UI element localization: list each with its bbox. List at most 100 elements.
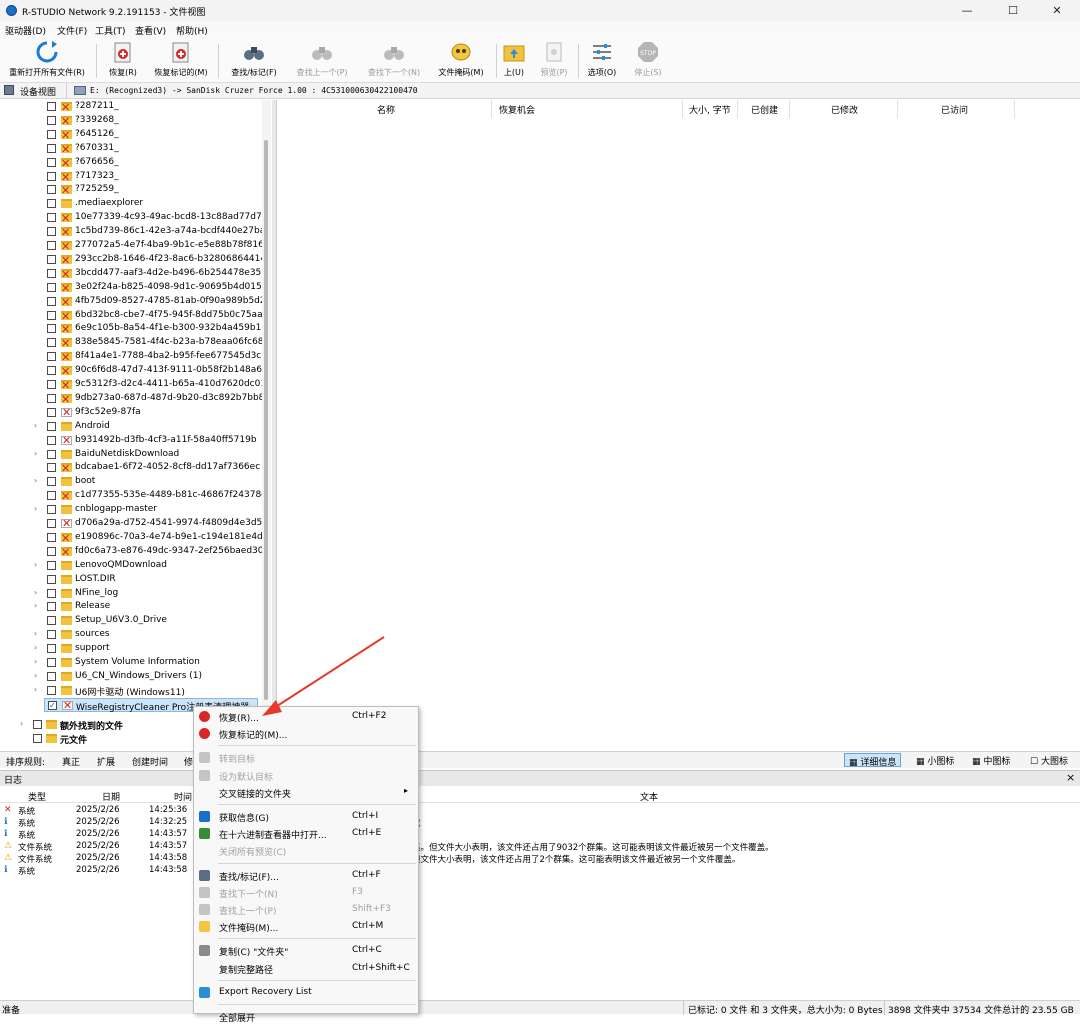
find-next-button[interactable]: 查找下一个(N) — [362, 40, 426, 82]
tree-item-checkbox[interactable] — [47, 685, 56, 695]
tree-item-checkbox[interactable] — [47, 213, 56, 223]
tree-item-checkbox[interactable] — [47, 129, 56, 139]
sort-creation-time[interactable]: 创建时间 — [132, 755, 168, 768]
context-menu-item[interactable]: 关闭所有预览(C) — [194, 842, 418, 858]
context-menu-item[interactable]: 设为默认目标 — [194, 767, 418, 783]
tree-item-checkbox[interactable] — [47, 310, 56, 320]
tree-item-checkbox[interactable] — [47, 574, 56, 584]
menu-file[interactable]: 文件(F) — [57, 24, 87, 37]
context-menu-item[interactable]: 文件掩码(M)... Ctrl+M — [194, 918, 418, 934]
preview-button[interactable]: 预览(P) — [536, 40, 572, 82]
tree-item-checkbox[interactable] — [47, 532, 56, 542]
stop-button[interactable]: STOP 停止(S) — [628, 40, 668, 82]
context-menu-item[interactable]: 复制(C) "文件夹" Ctrl+C — [194, 942, 418, 958]
tree-item[interactable]: ✕ fd0c6a73-e876-49dc-9347-2ef256baed30 — [0, 545, 264, 559]
tree-item-checkbox[interactable] — [47, 435, 56, 445]
context-menu-item[interactable]: 复制完整路径 Ctrl+Shift+C — [194, 960, 418, 976]
tree-item[interactable]: ✕ b931492b-d3fb-4cf3-a11f-58a40ff5719b — [0, 434, 262, 448]
tree-item-checkbox[interactable] — [33, 734, 42, 743]
tree-item-checkbox[interactable] — [47, 616, 56, 626]
context-menu-item[interactable]: 恢复(R)... Ctrl+F2 — [194, 708, 418, 724]
context-menu-item[interactable]: Export Recovery List — [194, 984, 418, 1000]
tree-item-checkbox[interactable] — [47, 352, 56, 362]
tree-item[interactable]: LOST.DIR — [0, 573, 262, 587]
tree-item[interactable]: › Android — [0, 420, 262, 434]
tree-item[interactable]: .mediaexplorer — [0, 197, 262, 211]
tree-item[interactable]: ✕ ?725259_ — [0, 183, 262, 197]
tree-item-checkbox[interactable] — [47, 630, 56, 640]
tree-item-checkbox[interactable] — [47, 227, 56, 237]
find-mark-button[interactable]: 查找/标记(F) — [224, 40, 284, 82]
tree-item-checkbox[interactable] — [47, 463, 56, 473]
context-menu-item[interactable]: 在十六进制查看器中打开... Ctrl+E — [194, 825, 418, 841]
tree-item[interactable]: ✕ d706a29a-d752-4541-9974-f4809d4e3d56 — [0, 517, 268, 531]
column-created[interactable]: 已创建 — [751, 103, 778, 116]
tree-item[interactable]: ✕ ?339268_ — [0, 114, 262, 128]
tree-item-checkbox[interactable] — [47, 185, 56, 195]
tree-item[interactable]: ✕ 9f3c52e9-87fa — [0, 406, 262, 420]
tree-item-checkbox[interactable] — [47, 477, 56, 487]
tree-item[interactable]: › Release — [0, 600, 262, 614]
column-recovery-chance[interactable]: 恢复机会 — [499, 103, 535, 116]
tree-item[interactable]: ✕ ?287211_ — [0, 100, 262, 114]
expand-chevron-icon[interactable]: › — [34, 671, 42, 680]
tree-item[interactable]: › System Volume Information — [0, 656, 262, 670]
tree-item[interactable]: ✕ 6bd32bc8-cbe7-4f75-945f-8dd75b0c75aa — [0, 309, 263, 323]
tree-item[interactable]: › U6网卡驱动 (Windows11) — [0, 684, 262, 698]
expand-chevron-icon[interactable]: › — [34, 504, 42, 513]
tree-item[interactable]: ✕ 10e77339-4c93-49ac-bcd8-13c88ad77d7b — [0, 211, 267, 225]
tree-item-checkbox[interactable]: ✓ — [48, 700, 57, 710]
tree-scrollbar-thumb[interactable] — [264, 140, 268, 700]
close-button[interactable]: ✕ — [1034, 0, 1080, 22]
tree-item-checkbox[interactable] — [47, 157, 56, 167]
tree-item[interactable]: ✕ 3e02f24a-b825-4098-9d1c-90695b4d0159 — [0, 281, 267, 295]
tree-item-checkbox[interactable] — [47, 671, 56, 681]
tree-item-checkbox[interactable] — [47, 658, 56, 667]
context-menu-item[interactable]: 查找上一个(P) Shift+F3 — [194, 901, 418, 917]
view-details-button[interactable]: ▦ 详细信息 — [844, 753, 902, 768]
menu-help[interactable]: 帮助(H) — [176, 24, 208, 37]
tree-item-checkbox[interactable] — [47, 560, 56, 570]
options-button[interactable]: 选项(O) — [584, 40, 620, 82]
menu-tools[interactable]: 工具(T) — [95, 24, 126, 37]
tree-item[interactable]: Setup_U6V3.0_Drive — [0, 614, 262, 628]
tree-item[interactable]: ✕ 9db273a0-687d-487d-9b20-d3c892b7bb87 — [0, 392, 270, 406]
tree-item[interactable]: › NFine_log — [0, 587, 262, 601]
tree-item-checkbox[interactable] — [47, 505, 56, 515]
view-small-icons-button[interactable]: ▦ 小图标 — [912, 753, 958, 767]
tree-item-checkbox[interactable] — [47, 102, 56, 111]
tree-item[interactable]: ✕ 90c6f6d8-47d7-413f-9111-0b58f2b148a6 — [0, 364, 262, 378]
view-medium-icons-button[interactable]: ▦ 中图标 — [968, 753, 1014, 767]
tree-item[interactable]: › support — [0, 642, 262, 656]
tree-item-checkbox[interactable] — [47, 268, 56, 278]
context-menu-item[interactable]: 获取信息(G) Ctrl+I — [194, 808, 418, 824]
tree-item-checkbox[interactable] — [47, 324, 56, 334]
tree-item[interactable]: ✕ ?670331_ — [0, 142, 262, 156]
tree-item-checkbox[interactable] — [47, 546, 56, 556]
column-name[interactable]: 名称 — [377, 103, 395, 116]
log-close-button[interactable]: × — [1066, 771, 1075, 784]
sort-real[interactable]: 真正 — [62, 755, 80, 768]
tree-item-checkbox[interactable] — [47, 282, 56, 292]
column-modified[interactable]: 已修改 — [831, 103, 858, 116]
tree-item[interactable]: › boot — [0, 475, 262, 489]
tree-item-checkbox[interactable] — [47, 602, 56, 612]
tree-item[interactable]: ✕ 1c5bd739-86c1-42e3-a74a-bcdf440e27ba — [0, 225, 265, 239]
expand-chevron-icon[interactable]: › — [34, 588, 42, 597]
tree-item-checkbox[interactable] — [33, 720, 42, 729]
expand-chevron-icon[interactable]: › — [34, 560, 42, 569]
tree-item[interactable]: ✕ c1d77355-535e-4489-b81c-46867f24378c — [0, 489, 266, 503]
tree-item[interactable]: ✕ 6e9c105b-8a54-4f1e-b300-932b4a459b11 — [0, 322, 267, 336]
menu-view[interactable]: 查看(V) — [135, 24, 166, 37]
tree-item[interactable]: ✕ bdcabae1-6f72-4052-8cf8-dd17af7366ec — [0, 461, 262, 475]
find-prev-button[interactable]: 查找上一个(P) — [290, 40, 354, 82]
tree-item-checkbox[interactable] — [47, 115, 56, 125]
tree-item-checkbox[interactable] — [47, 449, 56, 459]
tree-item[interactable]: ✕ 4fb75d09-8527-4785-81ab-0f90a989b5d2 — [0, 295, 266, 309]
expand-chevron-icon[interactable]: › — [34, 476, 42, 485]
tree-item-checkbox[interactable] — [47, 644, 56, 654]
tree-item-checkbox[interactable] — [47, 421, 56, 431]
tree-item[interactable]: ✕ ?645126_ — [0, 128, 262, 142]
context-menu-item[interactable]: 恢复标记的(M)... — [194, 725, 418, 741]
tree-item[interactable]: › LenovoQMDownload — [0, 559, 262, 573]
